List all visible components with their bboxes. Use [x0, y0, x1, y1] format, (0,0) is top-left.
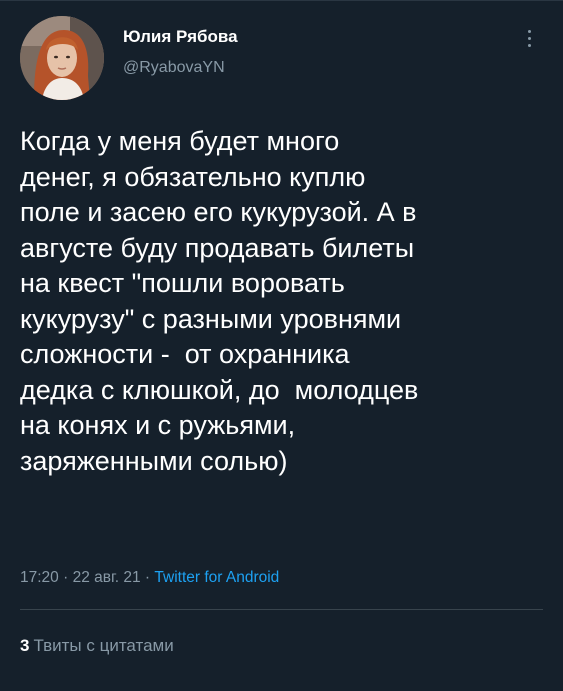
- more-vertical-icon[interactable]: [523, 30, 535, 54]
- avatar-image: [20, 16, 104, 100]
- tweet-text-line: заряженными солью): [20, 445, 288, 476]
- tweet-header: Юлия Рябова @RyabovaYN: [20, 16, 543, 102]
- quote-tweets-stat[interactable]: 3 Твиты с цитатами: [20, 636, 174, 656]
- author-handle[interactable]: @RyabovaYN: [123, 59, 225, 77]
- author-name[interactable]: Юлия Рябова: [123, 27, 238, 47]
- tweet-text-line: денег, я обязательно куплю: [20, 161, 366, 192]
- meta-separator: ·: [140, 569, 155, 586]
- tweet-text-line: поле и засею его кукурузой. А в: [20, 197, 417, 227]
- tweet-text-line: Когда у меня будет много: [20, 126, 340, 156]
- avatar[interactable]: [20, 16, 104, 100]
- tweet-date[interactable]: 22 авг. 21: [73, 569, 141, 586]
- tweet-meta: 17:20 · 22 авг. 21 · Twitter for Android: [20, 569, 279, 587]
- tweet-text-line: кукурузу" с разными уровнями: [20, 303, 402, 334]
- tweet-source-link[interactable]: Twitter for Android: [154, 569, 279, 586]
- tweet-text-line: на конях и с ружьями,: [20, 410, 296, 440]
- quote-label: Твиты с цитатами: [33, 636, 174, 655]
- tweet-text-line: на квест "пошли воровать: [20, 268, 345, 298]
- meta-separator: ·: [58, 569, 73, 586]
- divider: [20, 609, 543, 610]
- tweet-text-line: августе буду продавать билеты: [20, 232, 415, 263]
- tweet-text: Когда у меня будет много денег, я обязат…: [20, 124, 550, 479]
- quote-count: 3: [20, 636, 30, 655]
- tweet-text-line: сложности - от охранника: [20, 339, 350, 369]
- tweet-text-line: дедка с клюшкой, до молодцев: [20, 374, 419, 405]
- top-border: [0, 0, 563, 1]
- tweet-time[interactable]: 17:20: [20, 569, 59, 586]
